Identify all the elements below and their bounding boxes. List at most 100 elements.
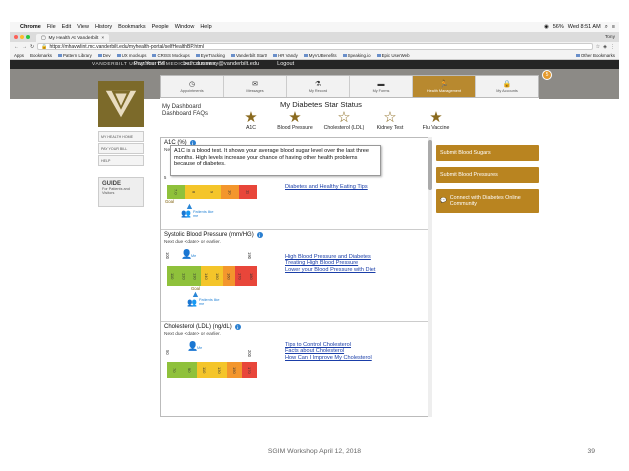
- extension-icon[interactable]: ◈: [603, 44, 607, 50]
- url-input[interactable]: 🔒 https://mhavwlint.mc.vanderbilt.edu/my…: [37, 43, 593, 50]
- ldl-next-due: Next due <date> or earlier.: [164, 332, 221, 337]
- menu-file[interactable]: File: [47, 24, 56, 30]
- battery-percent[interactable]: 56%: [553, 24, 564, 30]
- guide-link[interactable]: GUIDE For Patients and Visitors: [98, 177, 144, 207]
- lower-bp-diet-link[interactable]: Lower your Blood Pressure with Diet: [285, 267, 375, 273]
- ldl-title-row: Cholesterol (LDL) (ng/dL) i: [164, 324, 428, 330]
- menu-edit[interactable]: Edit: [62, 24, 71, 30]
- improve-cholesterol-link[interactable]: How Can I Improve My Cholesterol: [285, 355, 372, 361]
- diabetes-eating-tips-link[interactable]: Diabetes and Healthy Eating Tips: [285, 184, 368, 190]
- menu-list-icon[interactable]: ≡: [612, 24, 615, 30]
- menu-people[interactable]: People: [152, 24, 169, 30]
- bp-scale-tick: 150: [212, 266, 224, 286]
- menu-help[interactable]: Help: [200, 24, 211, 30]
- star-filled-icon: ★: [429, 109, 443, 126]
- bookmark-criss-mockups[interactable]: CRISS Mockups: [152, 53, 189, 58]
- close-window-icon[interactable]: [14, 35, 18, 39]
- star-outline-icon: ☆: [383, 109, 397, 126]
- nav-label-my-record: My Record: [308, 88, 328, 93]
- info-icon[interactable]: i: [256, 232, 263, 238]
- menu-bookmarks[interactable]: Bookmarks: [118, 24, 146, 30]
- nav-my-forms[interactable]: ▬ My Forms: [350, 76, 413, 97]
- nav-appointments[interactable]: ◷ Appointments: [161, 76, 224, 97]
- bookmark-other[interactable]: Other Bookmarks: [576, 53, 615, 58]
- ldl-scale-tick: 150: [227, 362, 242, 378]
- search-icon[interactable]: ⌕: [605, 24, 608, 31]
- connect-community-label: Connect with Diabetes Online Community: [449, 195, 521, 207]
- tab-close-icon[interactable]: ×: [101, 36, 104, 41]
- nav-my-record[interactable]: ⚗ My Record: [287, 76, 350, 97]
- star-kidney-test[interactable]: ☆ Kidney Test: [367, 110, 413, 131]
- sidenav-help[interactable]: HELP: [98, 155, 144, 166]
- menu-app-name[interactable]: Chrome: [20, 24, 41, 30]
- bookmark-hr-vandy[interactable]: HR Vandy: [273, 53, 298, 58]
- menu-history[interactable]: History: [95, 24, 112, 30]
- chat-bubble-icon: 💬: [440, 198, 447, 204]
- bookmark-myvubenefits[interactable]: MyVUBenefits: [304, 53, 337, 58]
- connect-community-button[interactable]: 💬 Connect with Diabetes Online Community: [436, 189, 539, 213]
- pay-bill-link[interactable]: Pay Your Bill: [134, 61, 165, 67]
- results-scrollbar[interactable]: [428, 137, 432, 417]
- bookmark-dev[interactable]: Dev: [98, 53, 111, 58]
- slide-footer: SGIM Workshop April 12, 2018: [267, 448, 362, 455]
- patients-like-me-people-icon: 👥: [181, 209, 191, 218]
- clock[interactable]: Wed 8:51 AM: [568, 24, 601, 30]
- bookmark-eyetracking[interactable]: EyeTracking: [196, 53, 225, 58]
- bookmark-vanderbilt-start[interactable]: Vanderbilt Start!: [231, 53, 267, 58]
- chrome-menu-icon[interactable]: ⋮: [610, 44, 615, 50]
- submit-blood-pressures-label: Submit Blood Pressures: [440, 172, 498, 178]
- bp-scale-tick: 140: [200, 266, 212, 286]
- star-flu-vaccine[interactable]: ★ Flu Vaccine: [413, 110, 459, 131]
- bookmark-apps[interactable]: Apps: [14, 53, 24, 58]
- dashboard-faqs-link[interactable]: Dashboard FAQs: [162, 111, 208, 118]
- ldl-scale-tick: 90: [182, 362, 197, 378]
- star-label-kidney-test: Kidney Test: [376, 125, 404, 131]
- wifi-icon[interactable]: ◉: [544, 24, 549, 30]
- menu-view[interactable]: View: [77, 24, 89, 30]
- menu-window[interactable]: Window: [175, 24, 195, 30]
- bp-next-due: Next due <date> or earlier.: [164, 240, 221, 245]
- mac-menubar: Chrome File Edit View History Bookmarks …: [10, 22, 619, 32]
- bookmark-epic-userweb[interactable]: Epic UserWeb: [377, 53, 410, 58]
- star-outline-icon: ☆: [337, 109, 351, 126]
- star-bookmark-icon[interactable]: ☆: [596, 44, 600, 50]
- scrollbar-thumb[interactable]: [428, 140, 432, 190]
- profile-name[interactable]: Tony: [605, 35, 615, 40]
- bp-scale-max: 190: [247, 252, 252, 259]
- bookmark-ux-mockups[interactable]: UX mockups: [117, 53, 147, 58]
- star-cholesterol[interactable]: ☆ Cholesterol (LDL): [321, 110, 367, 131]
- submit-blood-sugars-button[interactable]: Submit Blood Sugars: [436, 145, 539, 161]
- star-a1c[interactable]: ★ A1C: [233, 110, 269, 131]
- bp-section: Systolic Blood Pressure (mm/HG) i Next du…: [161, 230, 431, 322]
- nav-messages[interactable]: ✉ Messages: [224, 76, 287, 97]
- reload-icon[interactable]: ↻: [30, 44, 34, 50]
- slide-page-number: 39: [587, 448, 595, 455]
- back-icon[interactable]: ←: [14, 44, 19, 50]
- zoom-window-icon[interactable]: [26, 35, 30, 39]
- vanderbilt-logo[interactable]: [98, 81, 144, 127]
- nav-label-my-accounts: My Accounts: [496, 88, 518, 93]
- info-icon[interactable]: i: [234, 324, 241, 330]
- nav-my-accounts[interactable]: 🔒 My Accounts 5: [476, 70, 552, 97]
- star-filled-icon: ★: [244, 109, 258, 126]
- notification-badge[interactable]: 5: [542, 70, 552, 80]
- logout-link[interactable]: Logout: [277, 61, 294, 67]
- my-dashboard-link[interactable]: My Dashboard: [162, 104, 208, 111]
- browser-tab[interactable]: ▢ My Health At Vanderbilt ×: [36, 34, 110, 42]
- star-status-row: My Dashboard Dashboard FAQs My Diabetes …: [160, 98, 539, 136]
- sidenav-my-health-home[interactable]: MY HEALTH HOME: [98, 131, 144, 142]
- bookmark-speaking[interactable]: Speaking.io: [343, 53, 371, 58]
- clock-icon: ◷: [188, 80, 196, 88]
- bookmark-bookmarks[interactable]: Bookmarks: [30, 53, 52, 58]
- sidenav-pay-your-bill[interactable]: PAY YOUR BILL: [98, 143, 144, 154]
- bookmark-pattern-library[interactable]: Pattern Library: [58, 53, 92, 58]
- nav-health-management[interactable]: 🏃 Health Management: [413, 76, 476, 97]
- user-email[interactable]: beth.dunaway@vanderbilt.edu: [183, 61, 259, 67]
- screenshot: Chrome File Edit View History Bookmarks …: [10, 22, 619, 427]
- submit-blood-pressures-button[interactable]: Submit Blood Pressures: [436, 167, 539, 183]
- star-blood-pressure[interactable]: ★ Blood Pressure: [269, 110, 321, 131]
- minimize-window-icon[interactable]: [20, 35, 24, 39]
- forward-icon[interactable]: →: [22, 44, 27, 50]
- bookmarks-bar: Apps Bookmarks Pattern Library Dev UX mo…: [10, 51, 619, 60]
- a1c-scale-tick: 11: [239, 185, 257, 199]
